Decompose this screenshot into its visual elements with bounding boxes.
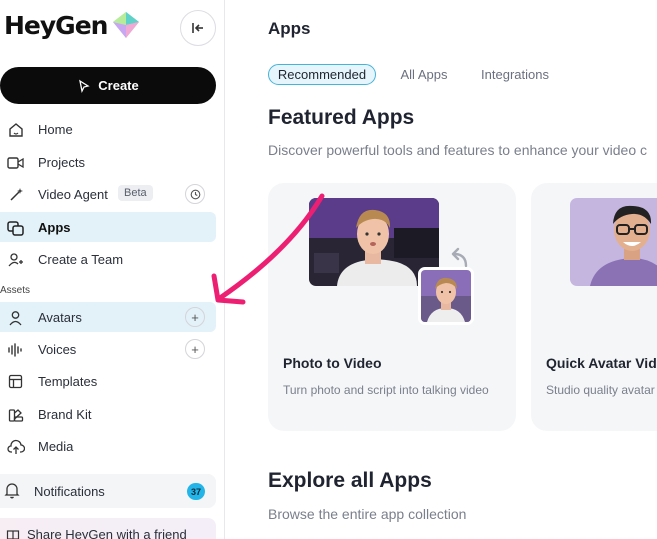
add-avatar-button[interactable]: +	[185, 307, 205, 327]
sidebar-item-label: Avatars	[38, 310, 82, 325]
sidebar-item-label: Video Agent	[38, 187, 108, 202]
video-camera-icon	[6, 153, 25, 172]
add-user-icon	[6, 250, 25, 269]
brand-kit-icon	[6, 405, 25, 424]
featured-apps-subtitle: Discover powerful tools and features to …	[268, 142, 647, 158]
sidebar-item-label: Media	[38, 439, 74, 454]
share-label: Share HeyGen with a friend	[27, 527, 187, 539]
plus-icon: +	[191, 341, 199, 357]
tab-recommended[interactable]: Recommended	[268, 64, 376, 85]
collapse-left-icon	[192, 23, 203, 33]
sidebar-item-create-team[interactable]: Create a Team	[0, 244, 216, 274]
template-icon	[6, 372, 25, 391]
collapse-sidebar-button[interactable]	[180, 10, 216, 46]
notifications-item[interactable]: Notifications 37	[0, 474, 216, 508]
sidebar-item-label: Apps	[38, 220, 71, 235]
share-heygen-banner[interactable]: Share HeyGen with a friend	[0, 518, 216, 539]
swap-arrow-icon	[451, 247, 468, 268]
cursor-sparkle-icon	[79, 79, 90, 93]
app-card-photo-to-video[interactable]: Photo to Video Turn photo and script int…	[268, 183, 516, 431]
upload-cloud-icon	[6, 437, 25, 456]
sidebar-item-brand-kit[interactable]: Brand Kit	[0, 399, 216, 429]
tab-integrations[interactable]: Integrations	[478, 64, 552, 85]
person-icon	[6, 308, 25, 327]
sidebar-item-templates[interactable]: Templates	[0, 366, 216, 396]
sidebar-item-label: Voices	[38, 342, 77, 357]
main-content: Apps Recommended All Apps Integrations F…	[226, 0, 657, 539]
explore-apps-subtitle: Browse the entire app collection	[268, 506, 467, 522]
history-icon	[190, 189, 200, 199]
sidebar-item-home[interactable]: Home	[0, 114, 216, 144]
sidebar-item-avatars[interactable]: Avatars +	[0, 302, 216, 332]
apps-icon	[6, 218, 25, 237]
logo-gem-icon	[113, 12, 140, 38]
sidebar-item-voices[interactable]: Voices +	[0, 334, 216, 364]
sidebar-item-label: Home	[38, 122, 73, 137]
notifications-count-badge: 37	[187, 483, 205, 500]
featured-apps-heading: Featured Apps	[268, 106, 415, 129]
waveform-icon	[6, 340, 25, 359]
sidebar-item-label: Projects	[38, 155, 85, 170]
sidebar-item-label: Create a Team	[38, 252, 124, 267]
page-title: Apps	[268, 19, 311, 38]
tab-all-apps[interactable]: All Apps	[396, 64, 452, 85]
sidebar-item-media[interactable]: Media	[0, 431, 216, 461]
app-card-quick-avatar-video[interactable]: Quick Avatar Vide Studio quality avatar	[531, 183, 657, 431]
create-label: Create	[98, 78, 139, 93]
home-icon	[6, 120, 25, 139]
assets-section-label: Assets	[0, 285, 31, 296]
app-card-title: Photo to Video	[283, 355, 382, 371]
create-button[interactable]: Create	[0, 67, 216, 104]
sidebar: HeyGen Create Home Projects Video Agent …	[0, 0, 225, 539]
notifications-label: Notifications	[34, 484, 105, 499]
source-photo-thumbnail	[418, 267, 474, 325]
logo-wordmark: HeyGen	[4, 10, 108, 40]
sidebar-item-apps[interactable]: Apps	[0, 212, 216, 242]
plus-icon: +	[191, 309, 199, 325]
quick-avatar-preview-image	[570, 198, 657, 286]
bell-icon	[4, 482, 20, 502]
sidebar-item-label: Brand Kit	[38, 407, 92, 422]
sidebar-item-video-agent[interactable]: Video Agent Beta	[0, 179, 216, 209]
app-card-description: Turn photo and script into talking video	[283, 383, 489, 397]
beta-badge: Beta	[118, 185, 153, 201]
magic-wand-icon	[6, 185, 25, 204]
app-card-title: Quick Avatar Vide	[546, 355, 657, 371]
history-button[interactable]	[185, 184, 205, 204]
sidebar-item-label: Templates	[38, 374, 98, 389]
gift-icon	[6, 526, 20, 539]
app-card-description: Studio quality avatar	[546, 383, 655, 397]
heygen-logo[interactable]: HeyGen	[4, 10, 141, 40]
explore-apps-heading: Explore all Apps	[268, 469, 432, 492]
sidebar-item-projects[interactable]: Projects	[0, 147, 216, 177]
add-voice-button[interactable]: +	[185, 339, 205, 359]
